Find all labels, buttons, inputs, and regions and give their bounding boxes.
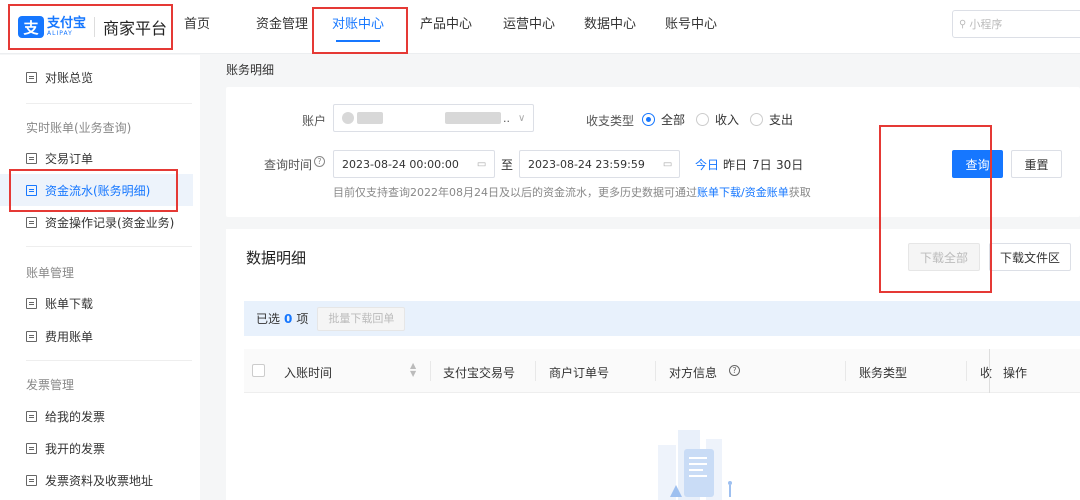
help-icon[interactable]: ?: [729, 365, 740, 376]
account-id-blurred: [445, 112, 501, 124]
column-header-time[interactable]: 入账时间: [284, 364, 332, 381]
invoice-icon: [26, 474, 37, 486]
column-header-actions: 操作: [1003, 366, 1028, 380]
nav-products[interactable]: 产品中心: [408, 0, 491, 54]
sidebar-item-received-invoices[interactable]: 给我的发票: [0, 400, 193, 432]
table-title: 数据明细: [246, 249, 307, 267]
sidebar-group-realtime: 实时账单(业务查询): [26, 121, 132, 135]
nav-home[interactable]: 首页: [184, 0, 233, 54]
sidebar-item-fee-bills[interactable]: 费用账单: [0, 320, 193, 352]
nav-account[interactable]: 账号中心: [654, 0, 724, 54]
table-header: 入账时间 ▲ ▼ 支付宝交易号 商户订单号 对方信息 ? 账务类型 收 操作: [244, 349, 1080, 393]
radio-income[interactable]: 收入: [696, 111, 739, 128]
breadcrumb: 账务明细: [226, 63, 275, 77]
action-annotation-box: [879, 125, 992, 293]
nav-data[interactable]: 数据中心: [573, 0, 654, 54]
sidebar-group-bills: 账单管理: [26, 266, 75, 280]
help-icon[interactable]: ?: [314, 156, 325, 167]
search-placeholder: 小程序: [969, 18, 1003, 31]
sidebar-divider: [26, 360, 192, 361]
account-select[interactable]: .. ∨: [333, 104, 534, 132]
sidebar-item-overview[interactable]: 对账总览: [0, 61, 193, 93]
radio-checked-icon: [642, 113, 655, 126]
column-header-merchant-order-no: 商户订单号: [549, 366, 610, 380]
sidebar-item-bill-download[interactable]: 账单下载: [0, 287, 193, 319]
selection-bar: 已选 0 项 批量下载回单: [244, 301, 1080, 336]
sidebar-item-invoice-info[interactable]: 发票资料及收票地址: [0, 464, 193, 496]
batch-download-receipt-button[interactable]: 批量下载回单: [317, 306, 406, 331]
column-header-income: 收: [980, 366, 993, 380]
column-header-account-type: 账务类型: [859, 366, 908, 380]
select-all-checkbox[interactable]: [252, 364, 265, 377]
radio-all[interactable]: 全部: [642, 111, 685, 128]
nav-annotation-box: [312, 7, 408, 54]
sidebar-divider: [26, 103, 192, 104]
query-hint: 目前仅支持查询2022年08月24日及以后的资金流水，更多历史数据可通过账单下载…: [333, 186, 811, 199]
radio-icon: [750, 113, 763, 126]
nav-operations[interactable]: 运营中心: [491, 0, 573, 54]
merchant-platform-title: 商家平台: [103, 19, 168, 38]
column-header-alipay-trade-no: 支付宝交易号: [443, 366, 516, 380]
end-date-input[interactable]: 2023-08-24 23:59:59 ▭: [519, 150, 680, 178]
alipay-logo-icon: 支: [18, 16, 44, 38]
quick-30days[interactable]: 30日: [776, 156, 803, 173]
bill-download-link[interactable]: 账单下载/资金账单: [697, 186, 789, 199]
invoice-icon: [26, 410, 37, 422]
sidebar-item-issued-invoices[interactable]: 我开的发票: [0, 432, 193, 464]
empty-state-illustration: [658, 430, 732, 500]
sort-icon[interactable]: ▲ ▼: [410, 362, 416, 378]
account-avatar: [342, 112, 354, 124]
invoice-icon: [26, 442, 37, 454]
quick-7days[interactable]: 7日: [752, 156, 772, 173]
document-icon: [26, 71, 37, 83]
calendar-icon: ▭: [662, 158, 673, 170]
account-name-blurred: [357, 112, 383, 124]
search-icon: ⚲: [959, 18, 967, 30]
radio-icon: [696, 113, 709, 126]
reset-button[interactable]: 重置: [1011, 150, 1062, 178]
brand-name: 支付宝: [47, 16, 87, 31]
date-range-separator: 至: [501, 158, 514, 172]
document-icon: [26, 152, 37, 164]
start-date-input[interactable]: 2023-08-24 00:00:00 ▭: [333, 150, 495, 178]
chevron-down-icon: ∨: [518, 112, 526, 124]
account-ellipsis: ..: [503, 111, 510, 125]
logo[interactable]: 支 支付宝 ALIPAY 商家平台: [8, 4, 173, 50]
sidebar-annotation-box: [9, 169, 178, 212]
nav-funds[interactable]: 资金管理: [233, 0, 308, 54]
time-label: 查询时间: [263, 158, 312, 172]
sidebar-divider: [26, 246, 192, 247]
brand-name-en: ALIPAY: [47, 30, 73, 37]
sidebar-group-invoices: 发票管理: [26, 378, 75, 392]
calendar-icon: ▭: [476, 158, 487, 170]
top-nav: 首页 资金管理 对账中心 产品中心 运营中心 数据中心 账号中心: [184, 0, 724, 54]
logo-divider: [94, 17, 96, 37]
download-icon: [26, 297, 37, 309]
document-icon: [26, 216, 37, 228]
download-area-button[interactable]: 下载文件区: [989, 243, 1071, 271]
account-label: 账户: [301, 114, 326, 128]
type-label: 收支类型: [585, 114, 634, 128]
quick-today[interactable]: 今日: [695, 156, 719, 173]
search-input[interactable]: ⚲ 小程序: [952, 10, 1080, 38]
document-icon: [26, 330, 37, 342]
selected-count: 0: [284, 311, 293, 326]
radio-expense[interactable]: 支出: [750, 111, 793, 128]
column-header-counterparty: 对方信息: [669, 366, 718, 380]
quick-yesterday[interactable]: 昨日: [723, 156, 747, 173]
